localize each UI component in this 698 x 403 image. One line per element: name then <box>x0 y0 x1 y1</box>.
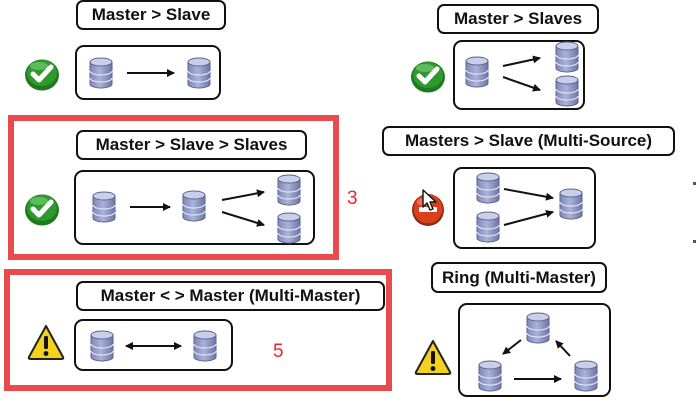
replication-arrow <box>221 211 265 227</box>
replication-arrow <box>221 189 265 201</box>
database-icon <box>476 211 500 243</box>
replication-arrow <box>502 76 541 92</box>
replication-arrow <box>503 209 554 226</box>
database-icon <box>478 360 502 392</box>
replication-arrow <box>503 188 554 201</box>
replication-topologies-slide: 3 5 Master > Slave Master > Slaves Maste… <box>0 0 698 403</box>
database-icon <box>182 190 206 222</box>
database-icon <box>92 191 116 223</box>
replication-arrow <box>555 340 571 357</box>
database-icon <box>89 57 113 89</box>
database-icon <box>526 312 550 344</box>
cursor-icon <box>422 189 437 211</box>
database-icon <box>187 57 211 89</box>
database-icon <box>193 330 217 362</box>
database-arrow-layer <box>89 41 598 392</box>
database-icon <box>465 56 489 88</box>
right-edge-mark <box>693 182 696 185</box>
database-icon <box>476 172 500 204</box>
database-icon <box>555 41 579 73</box>
database-icon <box>277 174 301 206</box>
database-icon <box>277 212 301 244</box>
database-icon <box>559 188 583 220</box>
right-edge-mark <box>693 240 696 243</box>
replication-arrow <box>502 339 522 355</box>
database-icon <box>574 360 598 392</box>
database-icon <box>555 75 579 107</box>
database-icon <box>90 330 114 362</box>
replication-arrow <box>502 55 541 67</box>
